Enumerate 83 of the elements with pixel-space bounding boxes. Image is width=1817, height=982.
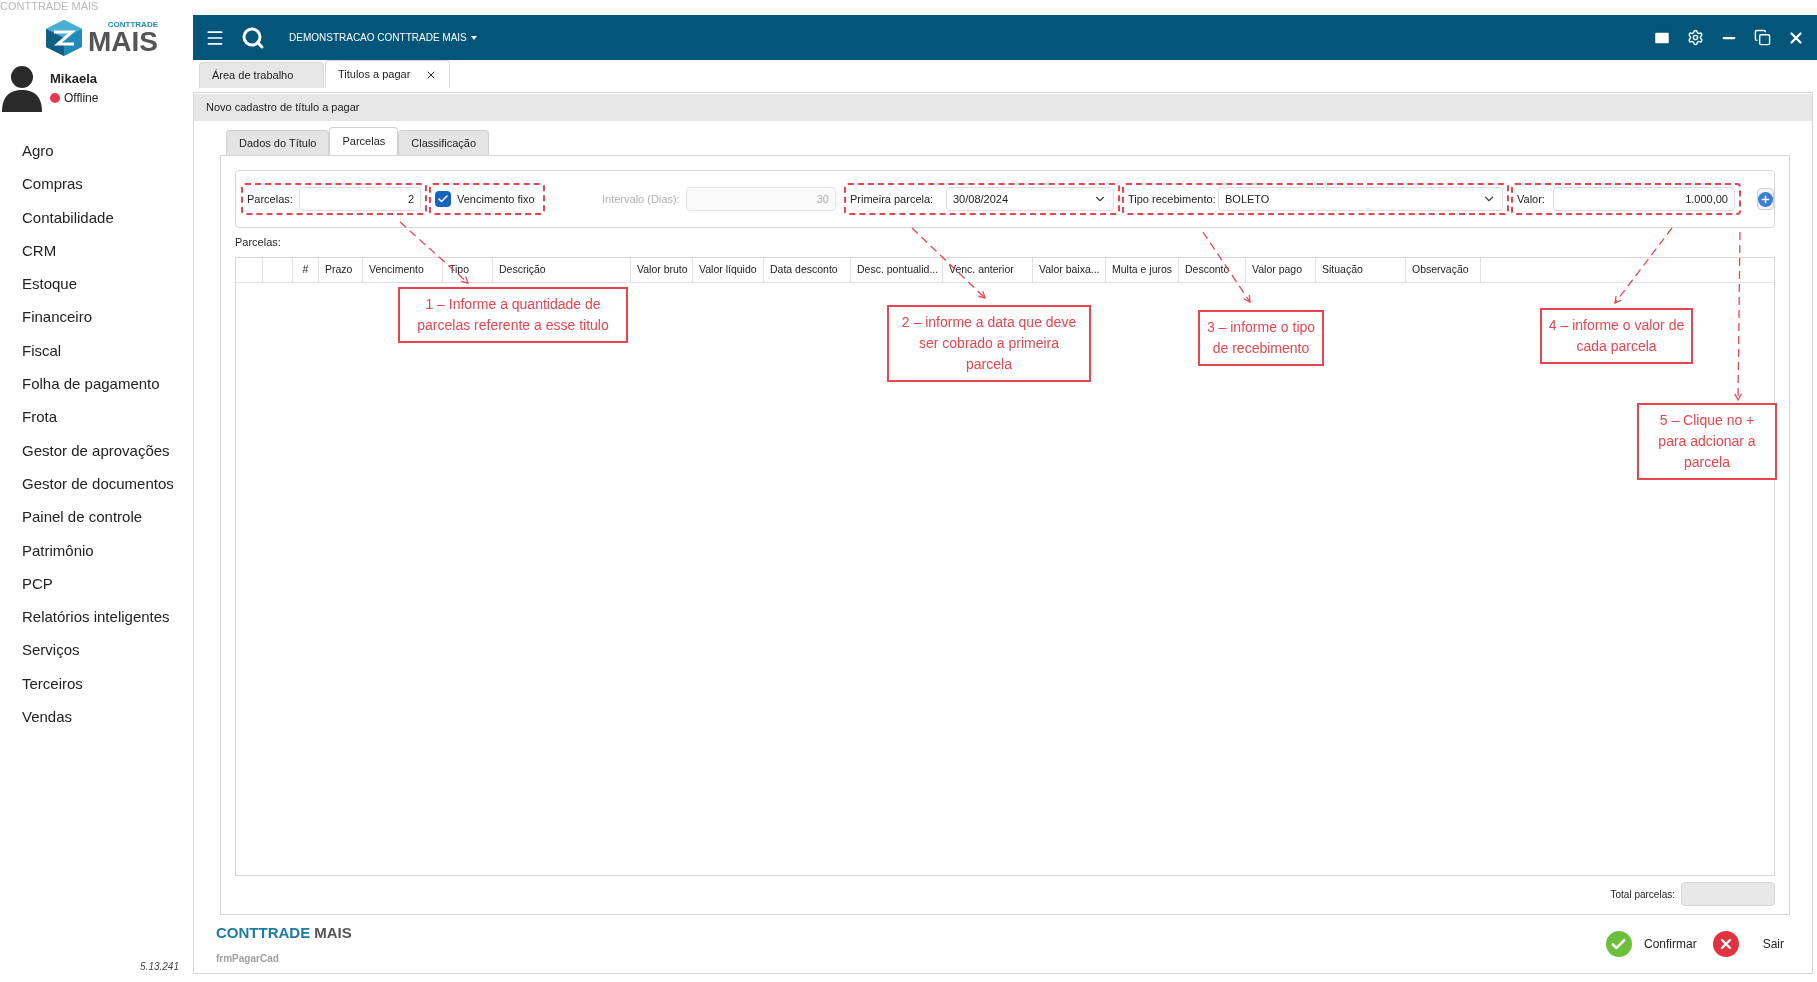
menu-item[interactable]: Patrimônio bbox=[22, 533, 193, 567]
checkbox-label: Vencimento fixo bbox=[457, 191, 536, 207]
menu-item[interactable]: Relatórios inteligentes bbox=[22, 600, 193, 634]
callout-note: 5 – Clique no + para adcionar a parcela bbox=[1637, 403, 1777, 480]
field-value: 1.000,00 bbox=[1685, 191, 1728, 207]
menu-item[interactable]: Gestor de aprovações bbox=[22, 433, 193, 467]
column-header[interactable]: Venc. anterior bbox=[943, 257, 1033, 282]
tab[interactable]: Parcelas bbox=[329, 127, 399, 155]
menu-item[interactable]: Gestor de documentos bbox=[22, 466, 193, 501]
column-header[interactable]: Observação bbox=[1406, 257, 1481, 282]
field-value: 30/08/2024 bbox=[953, 191, 1009, 207]
field-value: BOLETO bbox=[1225, 191, 1270, 207]
brand-text: CONTTRADE bbox=[216, 923, 311, 944]
callout-note: 2 – informe a data que deve ser cobrado a primeira parcela bbox=[887, 305, 1091, 382]
menu-item[interactable]: Vendas bbox=[22, 700, 193, 734]
callout-note: 3 – informe o tipo de recebimento bbox=[1198, 310, 1324, 366]
field-label: Parcelas: bbox=[247, 191, 294, 207]
tab[interactable]: Área de trabalho bbox=[199, 62, 324, 88]
menu-item[interactable]: CRM bbox=[22, 233, 193, 268]
table-label: Parcelas: bbox=[235, 235, 282, 250]
brand-text: MAIS bbox=[314, 923, 352, 944]
column-header[interactable]: Data desconto bbox=[764, 257, 851, 282]
column-header[interactable]: Descrição bbox=[493, 257, 631, 282]
field-value: 30 bbox=[816, 191, 829, 207]
column-header[interactable]: Valor líquido bbox=[693, 257, 764, 282]
logo-small-text: CONTTRADE bbox=[107, 21, 158, 29]
menu-item[interactable]: Folha de pagamento bbox=[22, 367, 193, 401]
confirm-button[interactable]: Confirmar bbox=[1605, 931, 1697, 957]
field-label: Intervalo (Dias): bbox=[602, 191, 681, 207]
input-field[interactable]: 1.000,00 bbox=[1553, 187, 1735, 211]
tab[interactable]: Dados do Título bbox=[226, 130, 330, 155]
column-header[interactable]: Desconto bbox=[1179, 257, 1246, 282]
column-header[interactable]: Vencimento bbox=[363, 257, 443, 282]
tab[interactable]: Classificação bbox=[398, 130, 490, 155]
column-header[interactable]: Tipo bbox=[443, 257, 493, 282]
form-name: frmPagarCad bbox=[216, 951, 280, 966]
menu-item[interactable]: Compras bbox=[22, 167, 193, 201]
menu-item[interactable]: Painel de controle bbox=[22, 500, 193, 534]
column-header[interactable]: Situação bbox=[1316, 257, 1406, 282]
search-icon[interactable] bbox=[241, 25, 265, 50]
column-header[interactable]: Valor pago bbox=[1246, 257, 1316, 282]
column-header[interactable]: Valor baixa... bbox=[1033, 257, 1106, 282]
restore-icon[interactable] bbox=[1754, 29, 1771, 46]
menu-item[interactable]: Financeiro bbox=[22, 300, 193, 334]
menu-item[interactable]: Frota bbox=[22, 400, 193, 434]
menu-item[interactable]: Agro bbox=[22, 134, 193, 168]
column-header[interactable]: Prazo bbox=[319, 257, 363, 282]
user-status: Offline bbox=[64, 89, 99, 107]
cube-logo-icon bbox=[44, 20, 84, 56]
callout-note: 1 – Informe a quantidade de parcelas referente a esse titulo bbox=[398, 287, 628, 343]
user-silhouette-icon bbox=[2, 64, 42, 112]
check-icon bbox=[437, 193, 449, 205]
input-field[interactable]: 30/08/2024 bbox=[946, 187, 1114, 211]
menu-item[interactable]: Serviços bbox=[22, 633, 193, 667]
callout-note: 4 – informe o valor de cada parcela bbox=[1540, 308, 1693, 364]
menu-item[interactable]: Contabilidade bbox=[22, 200, 193, 234]
tab[interactable]: Titulos a pagar bbox=[325, 60, 450, 88]
column-header[interactable]: Desc. pontualid... bbox=[851, 257, 943, 282]
add-button[interactable] bbox=[1757, 188, 1774, 210]
form-title-bar: Novo cadastro de título a pagar bbox=[194, 94, 1812, 121]
checkbox[interactable] bbox=[435, 191, 451, 207]
column-header[interactable]: Valor bruto bbox=[631, 257, 693, 282]
exit-button[interactable]: Sair bbox=[1712, 931, 1784, 957]
logo-text: MAIS bbox=[88, 29, 158, 55]
user-name: Mikaela bbox=[50, 70, 98, 89]
menu-item[interactable]: Fiscal bbox=[22, 333, 193, 368]
window-title: CONTTRADE MAIS bbox=[0, 0, 100, 14]
input-field[interactable]: BOLETO bbox=[1218, 187, 1503, 211]
field-value: 2 bbox=[407, 191, 414, 207]
menu-item[interactable]: PCP bbox=[22, 566, 193, 601]
company-dropdown[interactable]: DEMONSTRACAO CONTTRADE MAIS bbox=[289, 30, 467, 45]
menu-item[interactable]: Terceiros bbox=[22, 666, 193, 701]
field-label: Primeira parcela: bbox=[850, 191, 935, 207]
field-label: Valor: bbox=[1517, 191, 1546, 207]
input-field[interactable]: 2 bbox=[299, 187, 421, 211]
column-header[interactable]: # bbox=[293, 257, 319, 282]
column-header[interactable]: Multa e juros bbox=[1106, 257, 1179, 282]
version-text: 5.13.241 bbox=[140, 960, 179, 974]
caret-icon bbox=[470, 35, 477, 40]
menu-item[interactable]: Estoque bbox=[22, 267, 193, 301]
field-label: Tipo recebimento: bbox=[1128, 191, 1214, 207]
settings-icon[interactable] bbox=[1687, 29, 1704, 46]
total-label: Total parcelas: bbox=[1610, 887, 1675, 902]
